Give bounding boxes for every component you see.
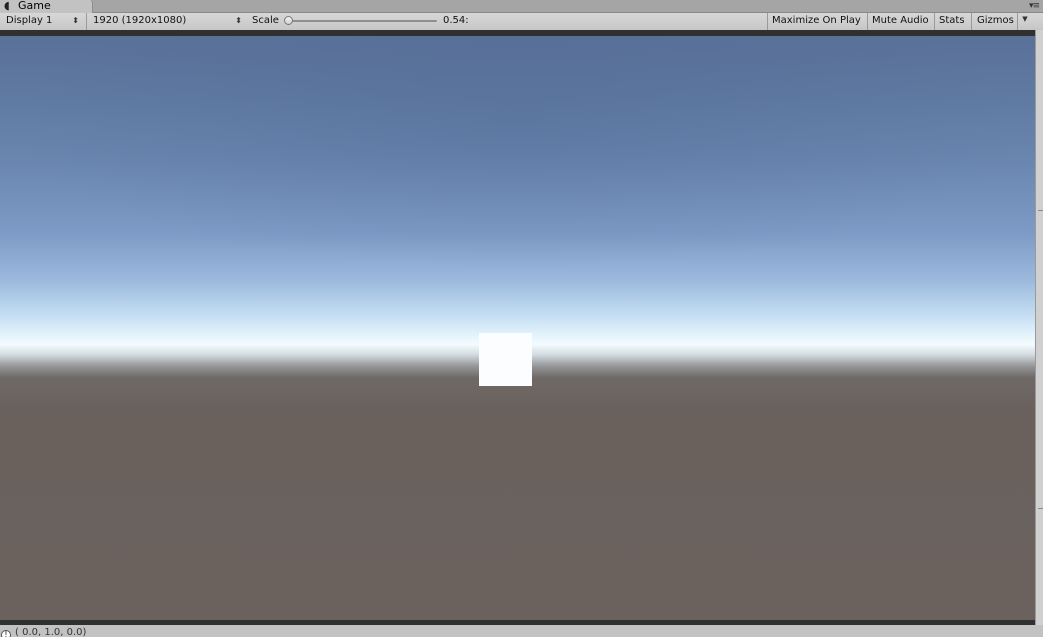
stats-button[interactable]: Stats bbox=[934, 13, 970, 30]
gizmos-dropdown-arrow-icon[interactable]: ▼ bbox=[1017, 13, 1032, 30]
game-controller-icon: ◖ bbox=[4, 0, 10, 12]
info-icon: ! bbox=[1, 630, 11, 637]
resolution-dropdown-label: 1920 (1920x1080) bbox=[93, 15, 187, 26]
game-toolbar: Display 1 ⬍ 1920 (1920x1080) ⬍ Scale 0.5… bbox=[0, 13, 1043, 31]
display-dropdown-label: Display 1 bbox=[6, 15, 53, 26]
tab-game[interactable]: ◖ Game bbox=[0, 0, 93, 13]
unity-game-window: ◖ Game ▾≡ Display 1 ⬍ 1920 (1920x1080) ⬍… bbox=[0, 0, 1043, 637]
panel-menu-icon[interactable]: ▾≡ bbox=[1029, 0, 1040, 12]
status-message: ( 0.0, 1.0, 0.0) bbox=[15, 627, 87, 637]
right-edge-tick bbox=[1038, 508, 1043, 509]
tab-strip: ◖ Game ▾≡ bbox=[0, 0, 1043, 13]
resolution-dropdown[interactable]: 1920 (1920x1080) ⬍ bbox=[86, 13, 246, 30]
display-dropdown[interactable]: Display 1 ⬍ bbox=[0, 13, 83, 30]
mute-audio-button[interactable]: Mute Audio bbox=[867, 13, 934, 30]
game-viewport[interactable] bbox=[0, 36, 1035, 620]
scale-value: 0.54: bbox=[443, 15, 469, 26]
panel-right-edge bbox=[1035, 30, 1043, 637]
maximize-on-play-button[interactable]: Maximize On Play bbox=[767, 13, 865, 30]
scale-slider-track[interactable] bbox=[289, 20, 437, 22]
right-edge-tick bbox=[1038, 210, 1043, 211]
scale-slider-thumb[interactable] bbox=[284, 16, 293, 25]
tab-game-label: Game bbox=[18, 0, 51, 12]
dropdown-arrow-icon: ⬍ bbox=[72, 16, 79, 25]
sky-haze bbox=[0, 36, 1035, 620]
scale-label: Scale bbox=[252, 15, 279, 26]
dropdown-arrow-icon: ⬍ bbox=[235, 16, 242, 25]
status-bar: ! ( 0.0, 1.0, 0.0) bbox=[0, 625, 1043, 637]
white-cube bbox=[479, 333, 532, 386]
